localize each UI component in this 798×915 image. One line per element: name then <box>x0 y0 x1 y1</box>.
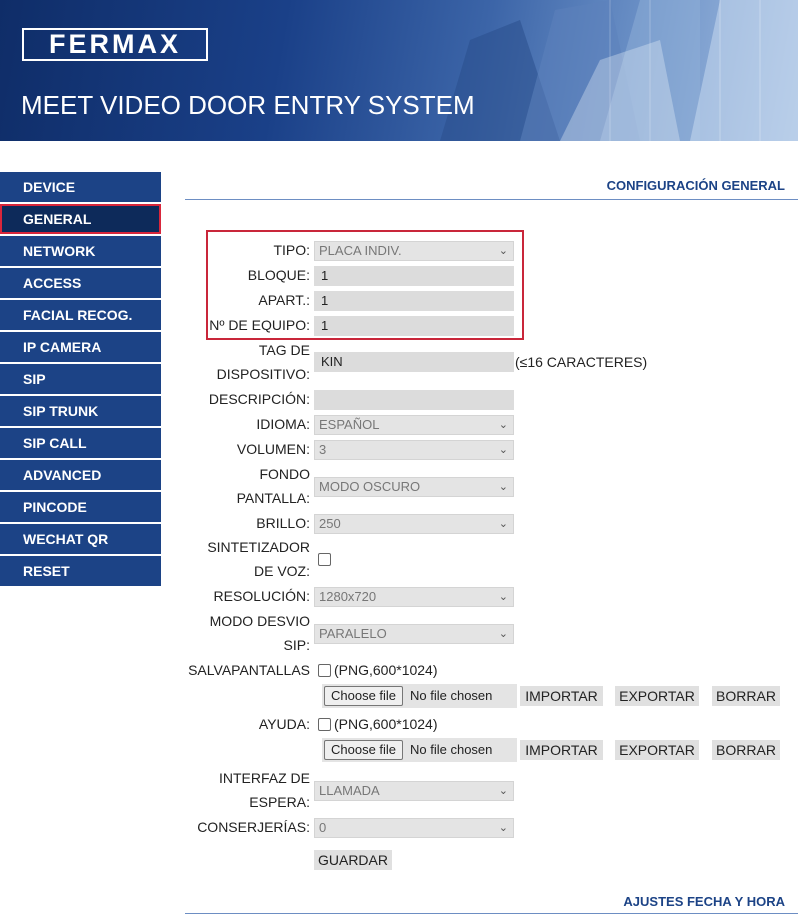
sintetizador-label-line1: SINTETIZADOR <box>207 539 310 555</box>
modo-desvio-label-line2: SIP: <box>283 637 310 653</box>
chevron-down-icon: ⌄ <box>498 419 508 431</box>
sidebar-nav: DEVICE GENERAL NETWORK ACCESS FACIAL REC… <box>0 172 161 588</box>
logo-text: FERMAX <box>49 29 181 59</box>
sidebar-item-sip[interactable]: SIP <box>0 364 161 394</box>
tag-label-line1: TAG DE <box>258 342 310 358</box>
sidebar-item-pincode[interactable]: PINCODE <box>0 492 161 522</box>
conserjerias-select[interactable]: 0 ⌄ <box>314 818 514 838</box>
header-banner: FERMAX MEET VIDEO DOOR ENTRY SYSTEM <box>0 0 798 141</box>
salvapantallas-no-file-text: No file chosen <box>410 688 493 703</box>
sidebar-item-sip-call[interactable]: SIP CALL <box>0 428 161 458</box>
volumen-select[interactable]: 3 ⌄ <box>314 440 514 460</box>
salvapantallas-file-input: Choose file No file chosen <box>322 684 517 708</box>
sidebar-item-ip-camera[interactable]: IP CAMERA <box>0 332 161 362</box>
ayuda-exportar-button[interactable]: EXPORTAR <box>615 740 699 760</box>
chevron-down-icon: ⌄ <box>498 481 508 493</box>
salvapantallas-borrar-button[interactable]: BORRAR <box>712 686 780 706</box>
tag-label-line2: DISPOSITIVO: <box>216 366 310 382</box>
salvapantallas-checkbox[interactable] <box>318 664 331 677</box>
brillo-value: 250 <box>319 516 341 531</box>
salvapantallas-hint: (PNG,600*1024) <box>334 662 438 678</box>
chevron-down-icon: ⌄ <box>498 628 508 640</box>
sidebar-item-access[interactable]: ACCESS <box>0 268 161 298</box>
ayuda-file-input: Choose file No file chosen <box>322 738 517 762</box>
sidebar-item-advanced[interactable]: ADVANCED <box>0 460 161 490</box>
chevron-down-icon: ⌄ <box>498 245 508 257</box>
modo-desvio-label-line1: MODO DESVIO <box>209 613 310 629</box>
interfaz-label-line1: INTERFAZ DE <box>218 770 310 786</box>
resolucion-value: 1280x720 <box>319 589 377 604</box>
chevron-down-icon: ⌄ <box>498 518 508 530</box>
equipo-label: Nº DE EQUIPO: <box>209 317 310 333</box>
chevron-down-icon: ⌄ <box>498 444 508 456</box>
fondo-value: MODO OSCURO <box>319 479 421 494</box>
guardar-button[interactable]: GUARDAR <box>314 850 392 870</box>
ayuda-borrar-button[interactable]: BORRAR <box>712 740 780 760</box>
modo-desvio-select[interactable]: PARALELO ⌄ <box>314 624 514 644</box>
ayuda-checkbox[interactable] <box>318 718 331 731</box>
sintetizador-checkbox[interactable] <box>318 553 331 566</box>
ayuda-hint: (PNG,600*1024) <box>334 716 438 732</box>
sintetizador-label-line2: DE VOZ: <box>253 563 310 579</box>
descripcion-label: DESCRIPCIÓN: <box>208 391 310 407</box>
sidebar-item-network[interactable]: NETWORK <box>0 236 161 266</box>
sidebar-item-wechat-qr[interactable]: WECHAT QR <box>0 524 161 554</box>
section-title-fecha-hora: AJUSTES FECHA Y HORA <box>623 894 785 909</box>
section-title-general: CONFIGURACIÓN GENERAL <box>606 178 785 193</box>
bloque-label: BLOQUE: <box>247 267 310 283</box>
idioma-label: IDIOMA: <box>256 416 310 432</box>
fondo-select[interactable]: MODO OSCURO ⌄ <box>314 477 514 497</box>
ayuda-choose-file-button[interactable]: Choose file <box>324 740 404 760</box>
tipo-select[interactable]: PLACA INDIV. ⌄ <box>314 241 514 261</box>
conserjerias-value: 0 <box>319 820 327 835</box>
tag-hint: (≤16 CARACTERES) <box>515 354 648 370</box>
chevron-down-icon: ⌄ <box>498 822 508 834</box>
modo-desvio-value: PARALELO <box>319 626 387 641</box>
descripcion-input[interactable] <box>314 390 514 410</box>
salvapantallas-label: SALVAPANTALLAS <box>188 662 310 678</box>
fondo-label-line1: FONDO <box>259 466 310 482</box>
fondo-label-line2: PANTALLA: <box>236 490 310 506</box>
section-divider <box>185 199 798 200</box>
resolucion-select[interactable]: 1280x720 ⌄ <box>314 587 514 607</box>
tag-input[interactable]: KIN <box>314 352 514 372</box>
sidebar-item-sip-trunk[interactable]: SIP TRUNK <box>0 396 161 426</box>
sidebar-item-facial-recog[interactable]: FACIAL RECOG. <box>0 300 161 330</box>
chevron-down-icon: ⌄ <box>498 785 508 797</box>
idioma-value: ESPAÑOL <box>319 417 380 432</box>
salvapantallas-importar-button[interactable]: IMPORTAR <box>520 686 603 706</box>
tipo-value: PLACA INDIV. <box>319 243 402 258</box>
ayuda-no-file-text: No file chosen <box>410 742 493 757</box>
chevron-down-icon: ⌄ <box>498 591 508 603</box>
apart-input[interactable]: 1 <box>314 291 514 311</box>
app-title: MEET VIDEO DOOR ENTRY SYSTEM <box>21 90 475 120</box>
interfaz-select[interactable]: LLAMADA ⌄ <box>314 781 514 801</box>
apart-label: APART.: <box>258 292 310 308</box>
sidebar-item-reset[interactable]: RESET <box>0 556 161 586</box>
sidebar-item-device[interactable]: DEVICE <box>0 172 161 202</box>
resolucion-label: RESOLUCIÓN: <box>213 588 310 604</box>
conserjerias-label: CONSERJERÍAS: <box>197 819 310 835</box>
ayuda-label: AYUDA: <box>258 716 310 732</box>
volumen-label: VOLUMEN: <box>236 441 310 457</box>
brillo-label: BRILLO: <box>256 515 310 531</box>
interfaz-label-line2: ESPERA: <box>249 794 310 810</box>
bloque-input[interactable]: 1 <box>314 266 514 286</box>
sidebar-item-general[interactable]: GENERAL <box>0 204 161 234</box>
equipo-input[interactable]: 1 <box>314 316 514 336</box>
fermax-logo: FERMAX <box>22 28 208 61</box>
salvapantallas-choose-file-button[interactable]: Choose file <box>324 686 404 706</box>
volumen-value: 3 <box>319 442 327 457</box>
idioma-select[interactable]: ESPAÑOL ⌄ <box>314 415 514 435</box>
salvapantallas-exportar-button[interactable]: EXPORTAR <box>615 686 699 706</box>
interfaz-value: LLAMADA <box>319 783 380 798</box>
tipo-label: TIPO: <box>273 242 310 258</box>
brillo-select[interactable]: 250 ⌄ <box>314 514 514 534</box>
section-divider <box>185 913 798 914</box>
ayuda-importar-button[interactable]: IMPORTAR <box>520 740 603 760</box>
